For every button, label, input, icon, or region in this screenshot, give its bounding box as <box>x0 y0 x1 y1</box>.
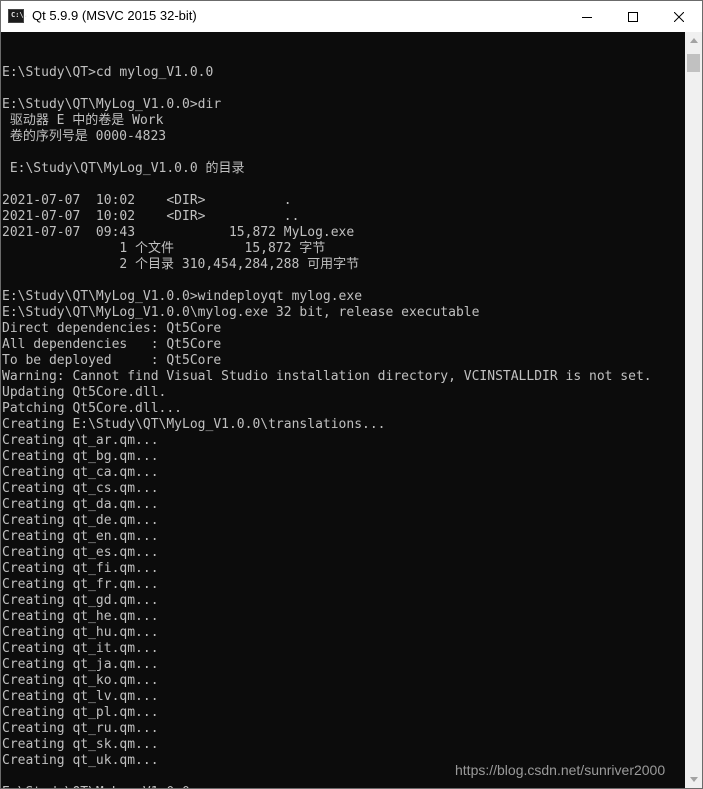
console-line: All dependencies : Qt5Core <box>2 337 222 352</box>
console-line: Creating qt_es.qm... <box>2 545 159 560</box>
scroll-thumb[interactable] <box>687 54 700 72</box>
minimize-icon <box>582 16 592 18</box>
console-line: 1 个文件 15,872 字节 <box>2 241 326 256</box>
console-line: Creating qt_it.qm... <box>2 641 159 656</box>
console-line: Creating qt_de.qm... <box>2 513 159 528</box>
console-line: E:\Study\QT\MyLog_V1.0.0 的目录 <box>2 161 245 176</box>
console-line: E:\Study\QT\MyLog_V1.0.0>dir <box>2 97 222 112</box>
console-line: Creating qt_ja.qm... <box>2 657 159 672</box>
console-line: Creating qt_cs.qm... <box>2 481 159 496</box>
console-app-icon[interactable]: C:\. <box>8 9 28 23</box>
console-window: C:\. Qt 5.9.9 (MSVC 2015 32-bit) E:\Stud… <box>0 0 703 789</box>
console-line: Creating qt_ru.qm... <box>2 721 159 736</box>
scroll-up-button[interactable] <box>685 32 702 49</box>
console-line: E:\Study\QT\MyLog_V1.0.0>windeployqt myl… <box>2 289 363 304</box>
console-output[interactable]: E:\Study\QT>cd mylog_V1.0.0 E:\Study\QT\M… <box>1 32 685 788</box>
minimize-button[interactable] <box>564 1 610 32</box>
console-line: 2021-07-07 10:02 <DIR> . <box>2 193 292 208</box>
maximize-icon <box>628 11 638 22</box>
console-line: 2021-07-07 10:02 <DIR> .. <box>2 209 300 224</box>
watermark-text: https://blog.csdn.net/sunriver2000 <box>455 762 666 778</box>
console-line: Direct dependencies: Qt5Core <box>2 321 222 336</box>
console-prompt: E:\Study\QT\MyLog_V1.0.0> <box>2 785 198 788</box>
console-line: Creating qt_he.qm... <box>2 609 159 624</box>
console-line: E:\Study\QT\MyLog_V1.0.0\mylog.exe 32 bi… <box>2 305 480 320</box>
close-button[interactable] <box>656 1 702 32</box>
console-line: Creating qt_en.qm... <box>2 529 159 544</box>
console-line: Creating qt_pl.qm... <box>2 705 159 720</box>
title-bar[interactable]: C:\. Qt 5.9.9 (MSVC 2015 32-bit) <box>1 1 702 32</box>
console-prompt-line[interactable]: E:\Study\QT\MyLog_V1.0.0> <box>2 785 652 788</box>
console-line: 2 个目录 310,454,284,288 可用字节 <box>2 257 360 272</box>
console-line: Patching Qt5Core.dll... <box>2 401 183 416</box>
console-line: Creating qt_bg.qm... <box>2 449 159 464</box>
console-line: Updating Qt5Core.dll. <box>2 385 167 400</box>
console-line: Creating qt_ca.qm... <box>2 465 159 480</box>
console-line: Creating qt_da.qm... <box>2 497 159 512</box>
console-line: 驱动器 E 中的卷是 Work <box>2 113 164 128</box>
console-line: Creating qt_fi.qm... <box>2 561 159 576</box>
console-line: 2021-07-07 09:43 15,872 MyLog.exe <box>2 225 355 240</box>
console-line: Creating qt_gd.qm... <box>2 593 159 608</box>
console-line: E:\Study\QT>cd mylog_V1.0.0 <box>2 65 214 80</box>
triangle-down-icon <box>689 777 698 782</box>
console-line: Warning: Cannot find Visual Studio insta… <box>2 369 652 384</box>
console-line: To be deployed : Qt5Core <box>2 353 222 368</box>
console-line: Creating E:\Study\QT\MyLog_V1.0.0\transl… <box>2 417 386 432</box>
window-title: Qt 5.9.9 (MSVC 2015 32-bit) <box>32 8 197 23</box>
triangle-up-icon <box>689 38 698 43</box>
console-line: Creating qt_hu.qm... <box>2 625 159 640</box>
close-icon <box>674 11 684 22</box>
console-line: Creating qt_ko.qm... <box>2 673 159 688</box>
console-line: 卷的序列号是 0000-4823 <box>2 129 167 144</box>
scroll-down-button[interactable] <box>685 771 702 788</box>
console-line: Creating qt_fr.qm... <box>2 577 159 592</box>
console-text: E:\Study\QT>cd mylog_V1.0.0 E:\Study\QT\M… <box>2 49 652 788</box>
app-icon-glyph: C:\. <box>11 11 28 19</box>
maximize-button[interactable] <box>610 1 656 32</box>
console-line: Creating qt_lv.qm... <box>2 689 159 704</box>
console-line: Creating qt_sk.qm... <box>2 737 159 752</box>
vertical-scrollbar[interactable] <box>685 32 702 788</box>
console-line: Creating qt_ar.qm... <box>2 433 159 448</box>
